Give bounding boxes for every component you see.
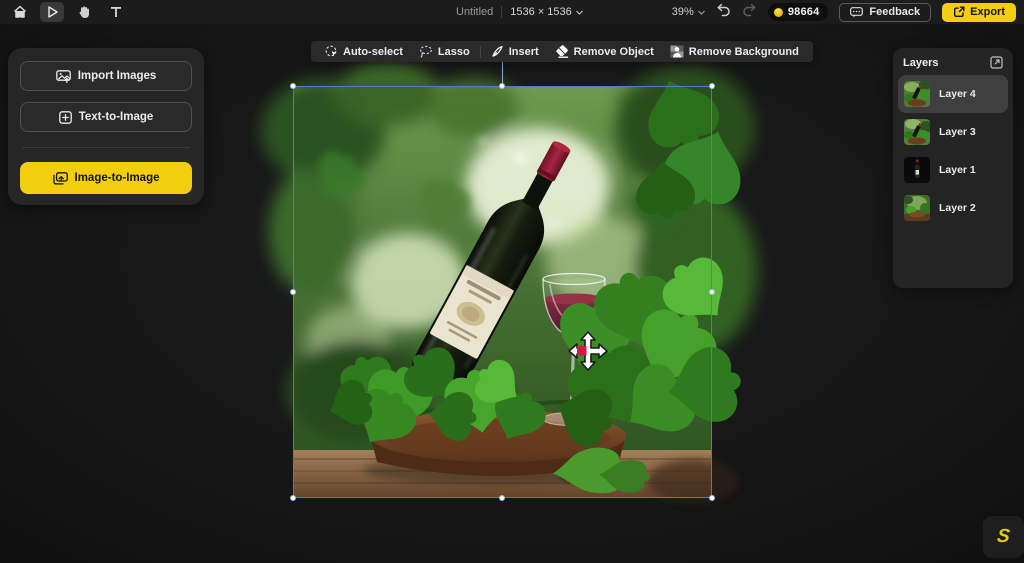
- layer-1-thumbnail: [904, 157, 930, 183]
- layer-4-thumbnail: [904, 81, 930, 107]
- layer-row-3[interactable]: Layer 3: [898, 113, 1008, 151]
- hand-tool-icon: [77, 5, 91, 19]
- tool-group: [8, 0, 128, 24]
- canvas[interactable]: [293, 86, 712, 498]
- auto-select-icon: [325, 45, 338, 58]
- text-tool-button[interactable]: [104, 2, 128, 22]
- brand-logo[interactable]: S: [983, 516, 1024, 558]
- text-to-image-icon: [59, 111, 72, 124]
- remove-object-label: Remove Object: [574, 46, 654, 58]
- divider: [501, 6, 502, 18]
- remove-background-tool[interactable]: Remove Background: [662, 41, 807, 62]
- layers-panel-toggle-icon[interactable]: [990, 56, 1003, 69]
- selection-handle-bottom-right[interactable]: [709, 495, 715, 501]
- import-images-icon: [56, 70, 71, 83]
- generation-panel: Import Images Text-to-Image Image-to-Ima…: [8, 48, 204, 205]
- selection-handle-mid-right[interactable]: [709, 289, 715, 295]
- canvas-toolbar: Auto-select Lasso Insert Remove Object: [311, 41, 813, 62]
- lasso-icon: [419, 45, 433, 58]
- undo-icon: [716, 3, 731, 16]
- topbar: Untitled 1536 × 1536 39%: [0, 0, 1024, 24]
- text-tool-icon: [110, 6, 122, 18]
- export-label: Export: [970, 6, 1005, 18]
- document-info: Untitled 1536 × 1536: [456, 0, 583, 24]
- layer-label: Layer 1: [939, 164, 976, 176]
- remove-background-label: Remove Background: [689, 46, 799, 58]
- brand-logo-letter: S: [996, 526, 1011, 548]
- feedback-label: Feedback: [869, 6, 920, 18]
- credits-badge[interactable]: 98664: [768, 3, 829, 21]
- chevron-down-icon: [698, 10, 705, 15]
- zoom-dropdown[interactable]: 39%: [672, 6, 705, 18]
- selection-handle-top-right[interactable]: [709, 83, 715, 89]
- remove-background-icon: [670, 45, 684, 58]
- credits-count: 98664: [788, 6, 820, 18]
- divider: [480, 46, 481, 58]
- layer-label: Layer 3: [939, 126, 976, 138]
- app-window: Untitled 1536 × 1536 39%: [0, 0, 1024, 563]
- document-title: Untitled: [456, 6, 493, 18]
- insert-pen-icon: [491, 45, 504, 58]
- layer-3-thumbnail: [904, 119, 930, 145]
- selection-handle-mid-left[interactable]: [290, 289, 296, 295]
- remove-object-tool[interactable]: Remove Object: [547, 41, 662, 62]
- feedback-button[interactable]: Feedback: [839, 3, 931, 22]
- auto-select-tool[interactable]: Auto-select: [317, 41, 411, 62]
- layer-2-thumbnail: [904, 195, 930, 221]
- coin-icon: [774, 8, 783, 17]
- import-images-button[interactable]: Import Images: [20, 61, 192, 91]
- image-to-image-label: Image-to-Image: [75, 172, 160, 184]
- selection-handle-bottom-mid[interactable]: [499, 495, 505, 501]
- text-to-image-button[interactable]: Text-to-Image: [20, 102, 192, 132]
- home-icon: [13, 5, 27, 19]
- select-tool-icon: [46, 5, 59, 19]
- canvas-size-dropdown[interactable]: 1536 × 1536: [510, 6, 582, 18]
- hand-tool-button[interactable]: [72, 2, 96, 22]
- redo-icon: [742, 3, 757, 16]
- layer-row-4[interactable]: Layer 4: [898, 75, 1008, 113]
- canvas-size-value: 1536 × 1536: [510, 6, 571, 18]
- layers-header: Layers: [898, 56, 1008, 75]
- feedback-icon: [850, 7, 863, 18]
- layer-label: Layer 4: [939, 88, 976, 100]
- selection-handle-bottom-left[interactable]: [290, 495, 296, 501]
- redo-button[interactable]: [742, 3, 757, 21]
- layer-row-2[interactable]: Layer 2: [898, 189, 1008, 227]
- insert-label: Insert: [509, 46, 539, 58]
- import-images-label: Import Images: [78, 70, 157, 82]
- layers-title: Layers: [903, 57, 938, 69]
- insert-tool[interactable]: Insert: [483, 41, 547, 62]
- home-button[interactable]: [8, 2, 32, 22]
- eraser-icon: [555, 45, 569, 58]
- selection-handle-top-mid[interactable]: [499, 83, 505, 89]
- text-to-image-label: Text-to-Image: [79, 111, 154, 123]
- export-icon: [953, 6, 965, 18]
- canvas-image[interactable]: [293, 86, 712, 498]
- auto-select-label: Auto-select: [343, 46, 403, 58]
- topbar-actions: 39% 98664: [672, 0, 1016, 24]
- divider: [22, 147, 190, 148]
- layer-label: Layer 2: [939, 202, 976, 214]
- layer-row-1[interactable]: Layer 1: [898, 151, 1008, 189]
- select-tool-button[interactable]: [40, 2, 64, 22]
- lasso-label: Lasso: [438, 46, 470, 58]
- zoom-value: 39%: [672, 6, 694, 18]
- image-to-image-button[interactable]: Image-to-Image: [20, 162, 192, 194]
- selection-handle-top-left[interactable]: [290, 83, 296, 89]
- layers-panel: Layers Layer 4: [893, 48, 1013, 288]
- image-to-image-icon: [53, 172, 68, 185]
- chevron-down-icon: [576, 10, 583, 15]
- export-button[interactable]: Export: [942, 3, 1016, 22]
- lasso-tool[interactable]: Lasso: [411, 41, 478, 62]
- undo-button[interactable]: [716, 3, 731, 21]
